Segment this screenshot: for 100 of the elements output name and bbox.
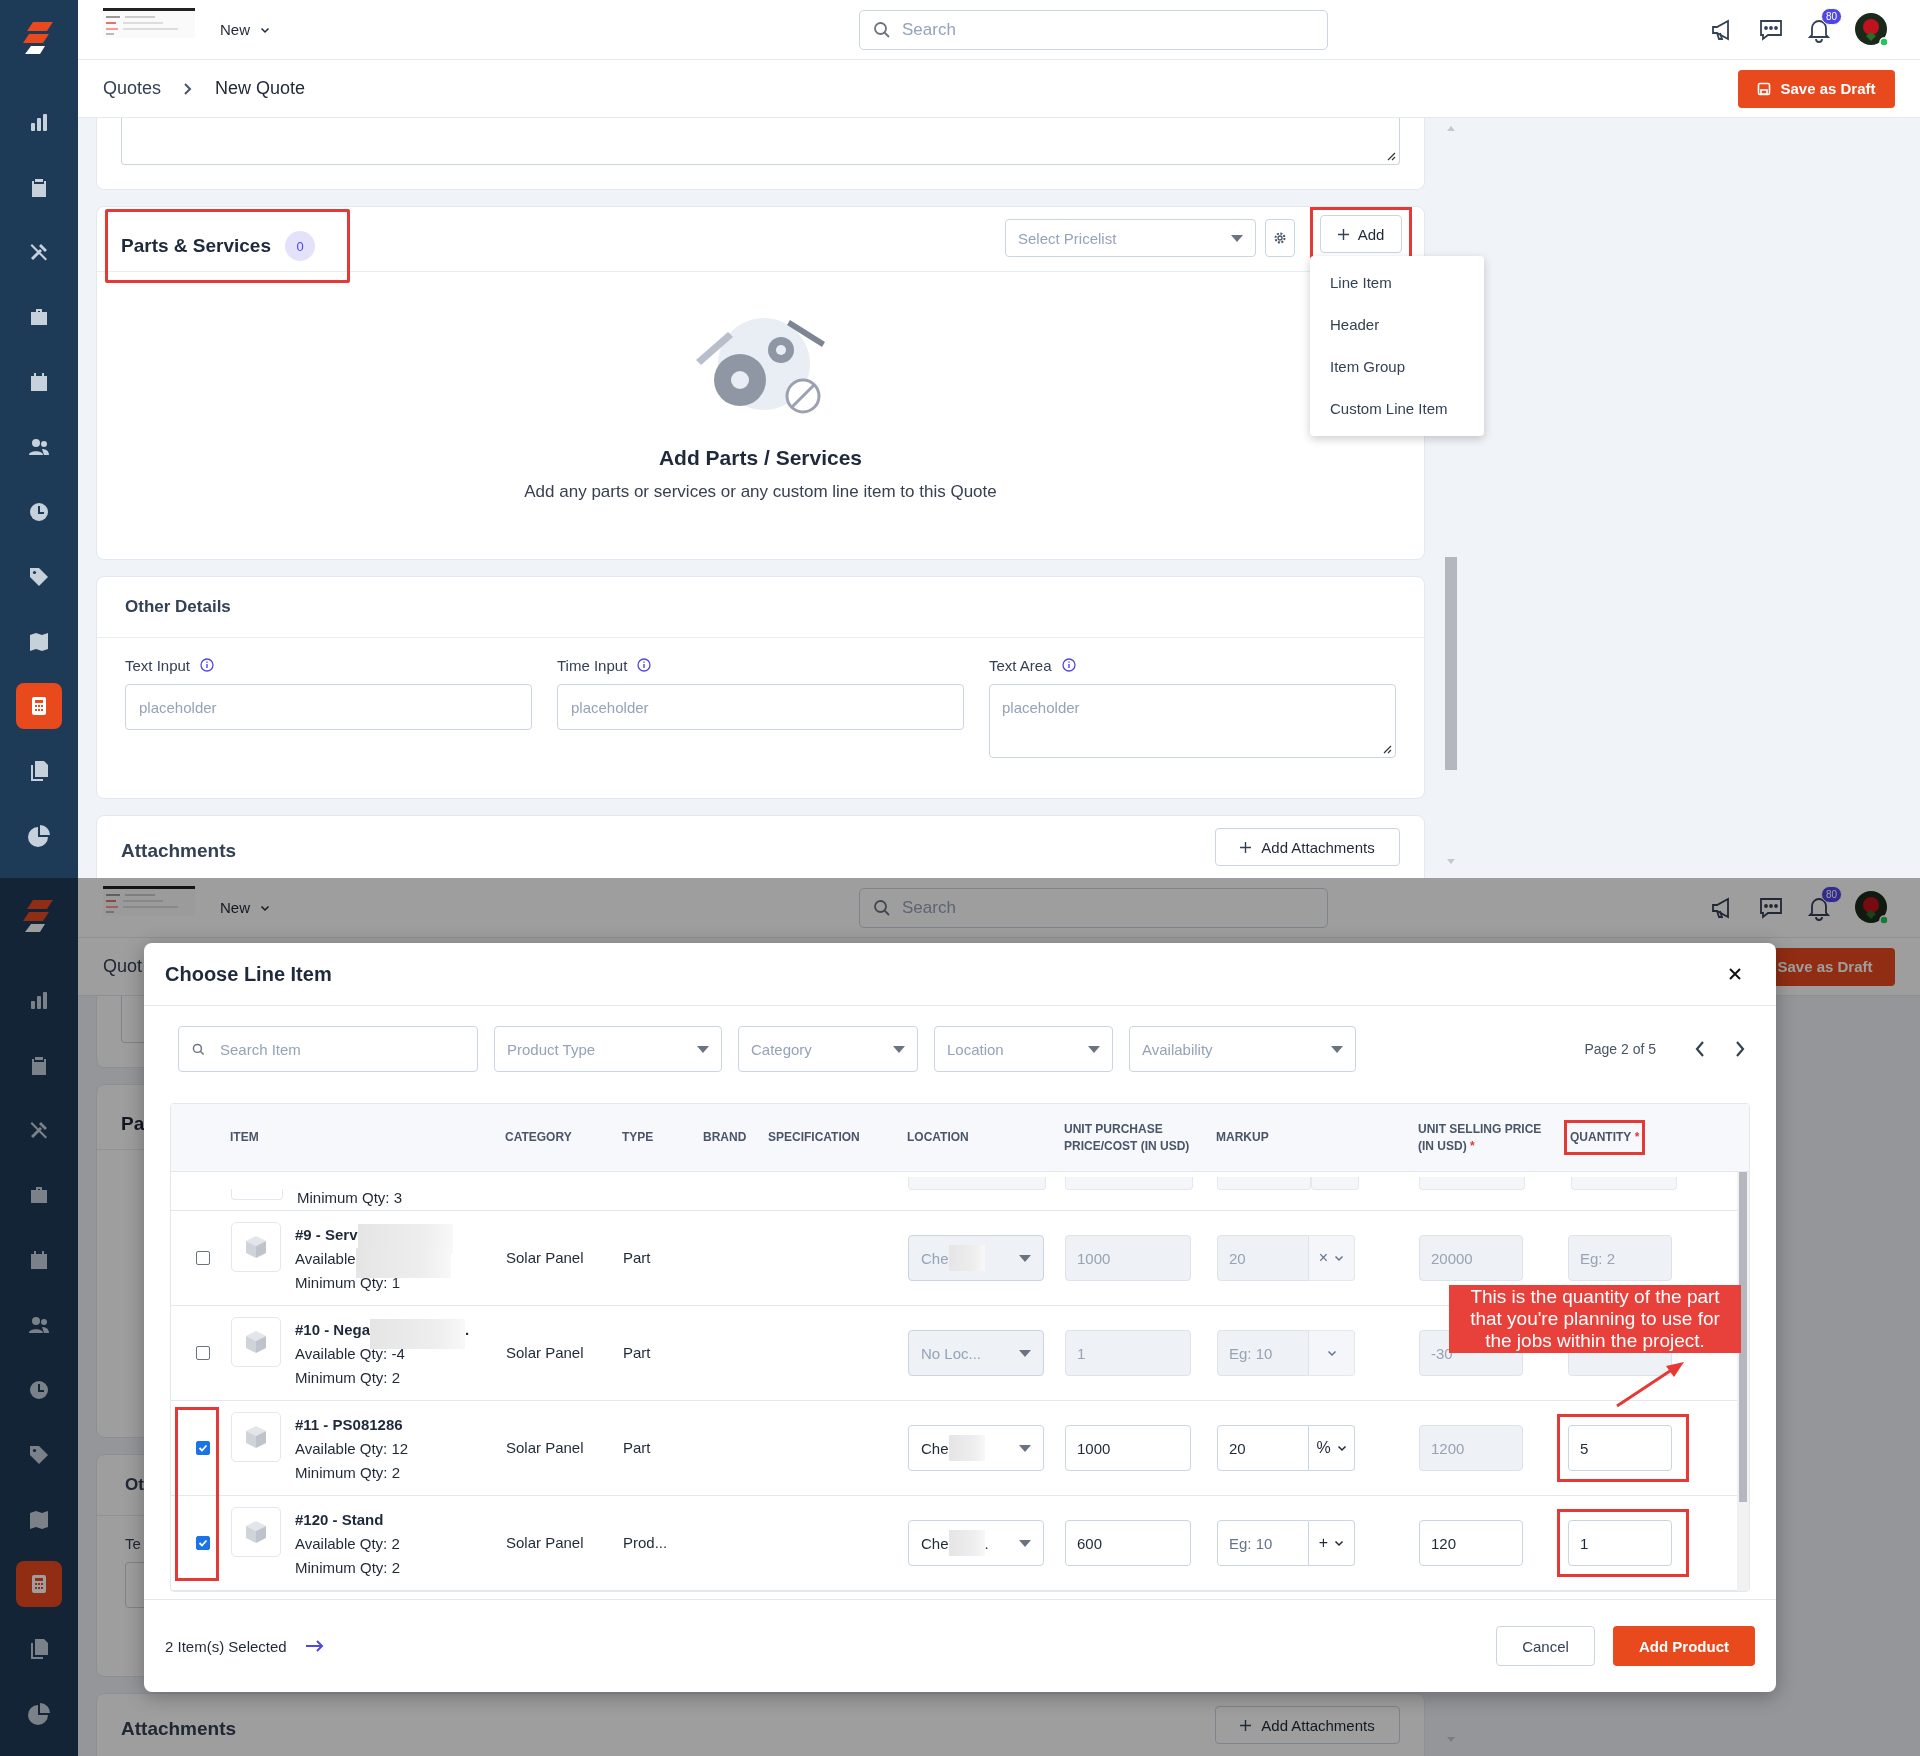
section-title: Parts & Services (121, 235, 271, 257)
column-header: UNIT SELLING PRICE (IN USD) * (1418, 1121, 1542, 1153)
close-icon[interactable] (1728, 967, 1742, 981)
table-cell: Solar Panel (506, 1534, 584, 1551)
input-field[interactable] (1571, 1177, 1677, 1190)
dropdown-field[interactable]: Che . (908, 1520, 1044, 1566)
next-page-icon[interactable] (1734, 1040, 1746, 1058)
info-icon[interactable] (200, 658, 215, 672)
arrow-right-icon[interactable] (304, 1640, 325, 1652)
add-button[interactable]: Add (1320, 215, 1402, 253)
dropdown-field[interactable]: Che (908, 1425, 1044, 1471)
minimum-qty: Minimum Qty: 2 (295, 1368, 400, 1386)
available-qty: Available (295, 1249, 356, 1267)
item-title: #120 - Stand (295, 1510, 384, 1528)
menu-item[interactable]: Line Item (1310, 262, 1484, 304)
scrollbar[interactable] (1737, 1172, 1749, 1591)
input-field[interactable] (1419, 1177, 1525, 1190)
price-field[interactable]: 120 (1419, 1520, 1523, 1566)
section-title: Other Details (125, 597, 231, 617)
avatar[interactable] (1854, 11, 1890, 48)
caret-icon (1019, 1444, 1031, 1452)
new-menu-button[interactable]: New (220, 899, 270, 916)
settings-icon (1273, 231, 1287, 245)
cancel-button[interactable]: Cancel (1496, 1626, 1595, 1666)
cube-icon (243, 1234, 269, 1260)
add-product-button[interactable]: Add Product (1613, 1626, 1755, 1666)
caret-icon (1019, 1254, 1031, 1262)
minimum-qty: Minimum Qty: 2 (295, 1558, 400, 1576)
quantity-field[interactable]: 5 (1568, 1425, 1672, 1471)
add-attachments-button[interactable]: Add Attachments (1215, 1706, 1400, 1744)
column-header: MARKUP (1216, 1130, 1269, 1144)
field-label: Text Input (125, 656, 191, 674)
quantity-field[interactable]: 1 (1568, 1520, 1672, 1566)
menu-item[interactable]: Header (1310, 304, 1484, 346)
caret-icon (1331, 1045, 1343, 1053)
column-header: BRAND (703, 1130, 747, 1144)
markup-field[interactable]: Eg: 10 (1217, 1520, 1309, 1566)
row-checkbox[interactable] (195, 1346, 210, 1360)
avatar[interactable] (1854, 889, 1890, 926)
caret-icon (1088, 1045, 1100, 1053)
field-label: Time Input (557, 656, 628, 674)
plus-icon (1240, 1719, 1252, 1731)
chevron-down-icon (1334, 1538, 1345, 1548)
input-field[interactable]: placeholder (125, 684, 532, 730)
save-draft-button[interactable]: Save as Draft (1738, 69, 1895, 108)
info-icon[interactable] (637, 658, 652, 672)
section-title: Pa (121, 1113, 145, 1135)
price-field[interactable]: 1000 (1065, 1425, 1191, 1471)
column-header: LOCATION (907, 1130, 969, 1144)
price-field[interactable]: 600 (1065, 1520, 1191, 1566)
item-title: . (465, 1320, 470, 1338)
menu-item[interactable]: Item Group (1310, 346, 1484, 388)
page-indicator: Page 2 of 5 (1584, 1041, 1656, 1057)
search-icon (873, 898, 891, 917)
unit-select[interactable]: % (1309, 1425, 1355, 1471)
new-menu-button[interactable]: New (220, 21, 270, 38)
cube-icon (243, 1424, 269, 1450)
column-header: QUANTITY * (1570, 1130, 1640, 1144)
previous-page-icon[interactable] (1694, 1040, 1706, 1058)
available-qty: Available Qty: -4 (295, 1344, 405, 1362)
input-field[interactable] (1065, 1177, 1193, 1190)
search-field[interactable]: Search (859, 9, 1328, 50)
search-field[interactable]: Search Item (178, 1026, 478, 1072)
menu-item[interactable]: Custom Line Item (1310, 388, 1484, 430)
minimum-qty: Minimum Qty: 1 (295, 1273, 400, 1291)
input-field[interactable] (1217, 1177, 1311, 1190)
section-title: Attachments (121, 840, 237, 862)
search-field[interactable]: Search (859, 887, 1328, 928)
sidebar-item[interactable] (16, 1561, 62, 1608)
settings-button[interactable] (1265, 219, 1295, 257)
table-cell: Part (623, 1344, 651, 1361)
search-icon (192, 1043, 205, 1056)
search-icon (873, 20, 891, 39)
chevron-down-icon (1336, 1443, 1347, 1453)
pie-chart-icon (27, 1702, 51, 1727)
row-checkbox[interactable] (195, 1251, 210, 1265)
row-checkbox[interactable] (195, 1536, 210, 1550)
table-cell: Solar Panel (506, 1249, 584, 1266)
item-title: #11 - PS081286 (295, 1415, 403, 1433)
input-field[interactable]: placeholder (557, 684, 964, 730)
markup-field[interactable]: 20 (1217, 1425, 1309, 1471)
item-title: #10 - Nega (295, 1320, 371, 1338)
sidebar-item[interactable] (16, 683, 62, 730)
caret-icon (1231, 234, 1243, 242)
resize-handle-icon (1382, 744, 1392, 754)
minimum-qty: Minimum Qty: 3 (297, 1189, 402, 1206)
annotation-callout: This is the quantity of the part that you're planning to use for the jobs within the project. (1449, 1285, 1741, 1353)
chevron-down-icon (1334, 1253, 1345, 1263)
item-title: #9 - Serv (295, 1225, 358, 1243)
empty-state-title: Add Parts / Services (658, 446, 863, 470)
caret-icon (1019, 1539, 1031, 1547)
chevron-down-icon (1326, 1348, 1337, 1358)
annotation-arrow (1614, 1359, 1686, 1409)
row-checkbox[interactable] (195, 1441, 210, 1455)
unit-select[interactable]: + (1309, 1520, 1355, 1566)
add-attachments-button[interactable]: Add Attachments (1215, 828, 1400, 866)
column-header: CATEGORY (505, 1130, 572, 1144)
info-icon[interactable] (1061, 658, 1076, 672)
breadcrumb-item: Quot (103, 956, 143, 977)
breadcrumb-item[interactable]: Quotes (103, 78, 162, 99)
